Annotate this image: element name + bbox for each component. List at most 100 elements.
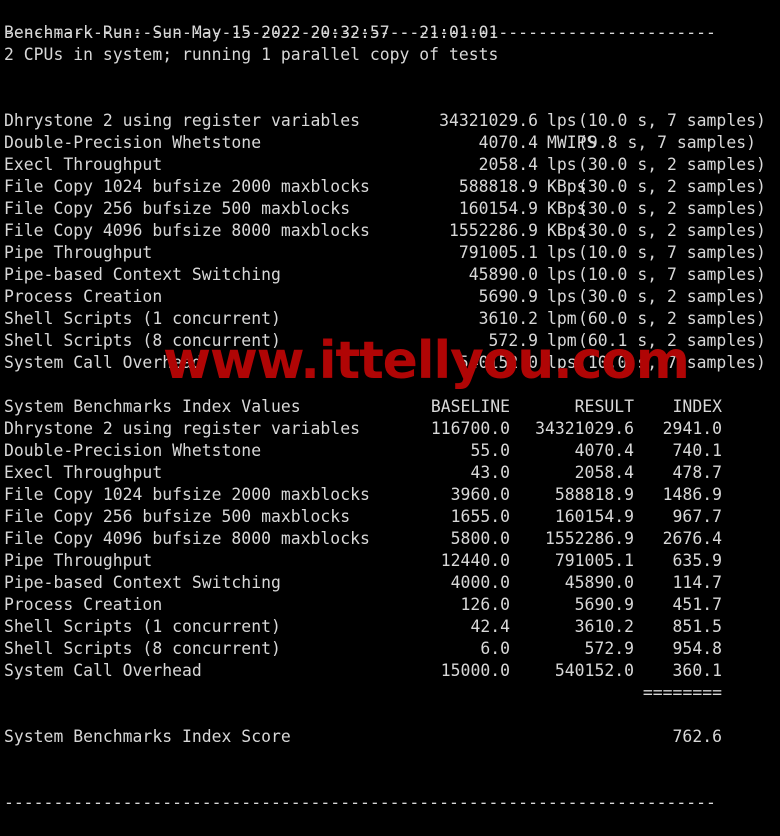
index-row-index: 1486.9 (662, 485, 722, 504)
table-row: File Copy 4096 bufsize 8000 maxblocks 58… (0, 528, 780, 550)
result-unit: lps (547, 287, 577, 306)
result-detail: (30.0 s, 2 samples) (578, 221, 766, 240)
index-row-baseline: 6.0 (480, 639, 510, 658)
index-row-baseline: 5800.0 (450, 529, 510, 548)
index-score-label: System Benchmarks Index Score (4, 727, 291, 746)
table-row: File Copy 1024 bufsize 2000 maxblocks 39… (0, 484, 780, 506)
index-row-index: 114.7 (672, 573, 722, 592)
index-row-baseline: 3960.0 (450, 485, 510, 504)
result-name: Shell Scripts (1 concurrent) (4, 309, 281, 328)
result-value: 45890.0 (468, 265, 538, 284)
result-row: Shell Scripts (1 concurrent) 3610.2 lpm … (0, 308, 780, 330)
result-value: 540152.0 (458, 353, 538, 372)
index-row-baseline: 4000.0 (450, 573, 510, 592)
index-row-index: 2676.4 (662, 529, 722, 548)
result-value: 3610.2 (478, 309, 538, 328)
index-row-baseline: 12440.0 (440, 551, 510, 570)
result-row: File Copy 256 bufsize 500 maxblocks 1601… (0, 198, 780, 220)
result-unit: lps (547, 265, 577, 284)
index-row-index: 451.7 (672, 595, 722, 614)
result-value: 5690.9 (478, 287, 538, 306)
index-row-result: 160154.9 (554, 507, 634, 526)
result-name: Execl Throughput (4, 155, 163, 174)
index-row-index: 740.1 (672, 441, 722, 460)
result-unit: lps (547, 155, 577, 174)
index-score-line: System Benchmarks Index Score 762.6 (0, 726, 780, 748)
result-detail: (10.0 s, 7 samples) (578, 353, 766, 372)
benchmark-run-line: Benchmark Run: Sun May 15 2022 20:32:57 … (0, 22, 780, 44)
result-name: Shell Scripts (8 concurrent) (4, 331, 281, 350)
spacer-line-5 (0, 748, 780, 770)
score-separator-text: ======== (642, 683, 722, 702)
index-row-index: 478.7 (672, 463, 722, 482)
index-row-result: 572.9 (584, 639, 634, 658)
index-row-name: Execl Throughput (4, 463, 163, 482)
result-unit: lpm (547, 331, 577, 350)
spacer-line-2 (0, 88, 780, 110)
table-row: Pipe Throughput 12440.0 791005.1 635.9 (0, 550, 780, 572)
index-row-name: Pipe-based Context Switching (4, 573, 281, 592)
index-row-baseline: 15000.0 (440, 661, 510, 680)
result-unit: lps (547, 353, 577, 372)
cpu-info-line: 2 CPUs in system; running 1 parallel cop… (0, 44, 780, 66)
result-row: Dhrystone 2 using register variables 343… (0, 110, 780, 132)
column-header-baseline: BASELINE (430, 397, 510, 416)
result-value: 34321029.6 (439, 111, 538, 130)
result-row: File Copy 4096 bufsize 8000 maxblocks 15… (0, 220, 780, 242)
spacer-line-1 (0, 66, 780, 88)
result-name: File Copy 1024 bufsize 2000 maxblocks (4, 177, 370, 196)
result-value: 4070.4 (478, 133, 538, 152)
result-name: System Call Overhead (4, 353, 202, 372)
result-detail: (30.0 s, 2 samples) (578, 177, 766, 196)
index-row-name: Shell Scripts (8 concurrent) (4, 639, 281, 658)
result-value: 2058.4 (478, 155, 538, 174)
index-row-index: 360.1 (672, 661, 722, 680)
column-header-index: INDEX (672, 397, 722, 416)
index-row-result: 1552286.9 (545, 529, 634, 548)
result-value: 572.9 (488, 331, 538, 350)
table-row: Dhrystone 2 using register variables 116… (0, 418, 780, 440)
index-row-baseline: 126.0 (460, 595, 510, 614)
index-row-name: Process Creation (4, 595, 163, 614)
index-row-index: 954.8 (672, 639, 722, 658)
result-value: 791005.1 (458, 243, 538, 262)
table-row: Shell Scripts (8 concurrent) 6.0 572.9 9… (0, 638, 780, 660)
result-value: 160154.9 (458, 199, 538, 218)
spacer-line-4 (0, 704, 780, 726)
index-row-result: 540152.0 (554, 661, 634, 680)
result-detail: (60.1 s, 2 samples) (578, 331, 766, 350)
result-unit: lps (547, 243, 577, 262)
index-row-name: Double-Precision Whetstone (4, 441, 262, 460)
result-detail: (30.0 s, 2 samples) (578, 287, 766, 306)
index-row-baseline: 1655.0 (450, 507, 510, 526)
index-row-name: Pipe Throughput (4, 551, 153, 570)
bottom-separator-text: ----------------------------------------… (4, 793, 716, 812)
table-row: Execl Throughput 43.0 2058.4 478.7 (0, 462, 780, 484)
index-row-index: 967.7 (672, 507, 722, 526)
index-row-result: 3610.2 (574, 617, 634, 636)
result-unit: lps (547, 111, 577, 130)
bottom-separator-rule: ----------------------------------------… (0, 770, 780, 812)
result-row: Execl Throughput 2058.4 lps (30.0 s, 2 s… (0, 154, 780, 176)
result-detail: (60.0 s, 2 samples) (578, 309, 766, 328)
result-row: Pipe-based Context Switching 45890.0 lps… (0, 264, 780, 286)
index-table-header: System Benchmarks Index Values BASELINE … (0, 396, 780, 418)
top-separator-rule: ----------------------------------------… (0, 0, 780, 42)
table-row: System Call Overhead 15000.0 540152.0 36… (0, 660, 780, 682)
result-detail: (30.0 s, 2 samples) (578, 199, 766, 218)
index-row-result: 791005.1 (554, 551, 634, 570)
result-detail: (10.0 s, 7 samples) (578, 265, 766, 284)
table-row: File Copy 256 bufsize 500 maxblocks 1655… (0, 506, 780, 528)
index-row-result: 4070.4 (574, 441, 634, 460)
result-name: File Copy 4096 bufsize 8000 maxblocks (4, 221, 370, 240)
index-row-name: File Copy 1024 bufsize 2000 maxblocks (4, 485, 370, 504)
terminal-output: ----------------------------------------… (0, 0, 780, 812)
result-row: System Call Overhead 540152.0 lps (10.0 … (0, 352, 780, 374)
result-row: Double-Precision Whetstone 4070.4 MWIPS … (0, 132, 780, 154)
result-name: Dhrystone 2 using register variables (4, 111, 360, 130)
result-name: Pipe-based Context Switching (4, 265, 281, 284)
index-table-title: System Benchmarks Index Values (4, 397, 301, 416)
result-unit: lpm (547, 309, 577, 328)
result-detail: (10.0 s, 7 samples) (578, 111, 766, 130)
index-row-name: System Call Overhead (4, 661, 202, 680)
